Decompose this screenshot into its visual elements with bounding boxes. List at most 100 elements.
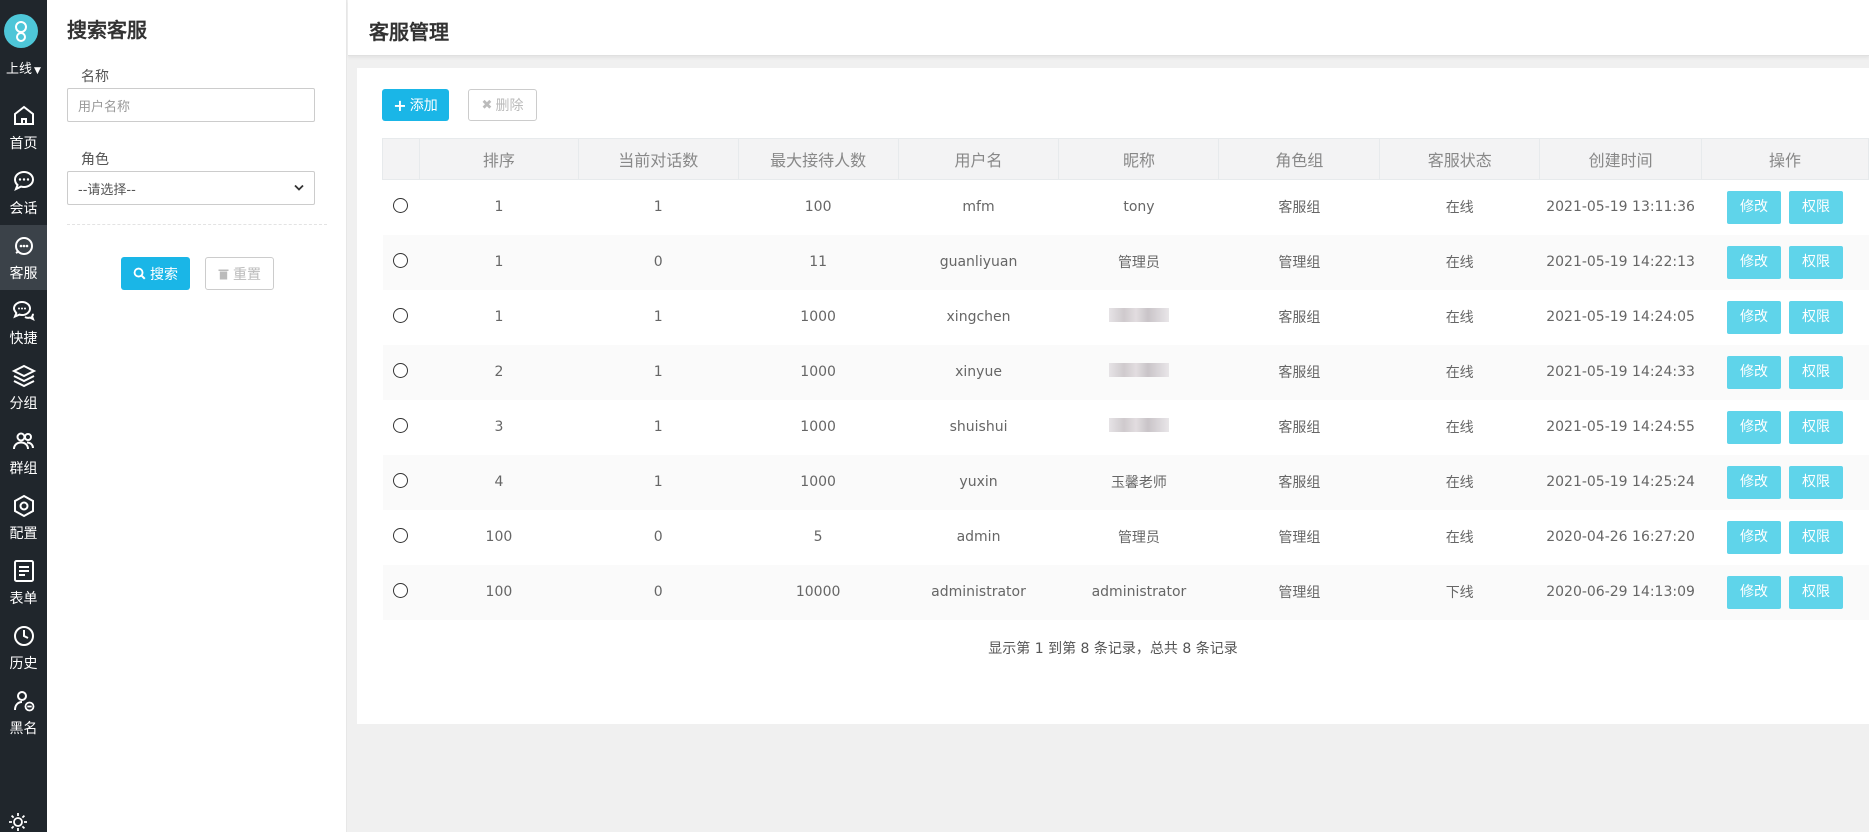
avatar[interactable] [4,14,38,48]
column-header[interactable]: 客服状态 [1379,138,1541,180]
column-header[interactable]: 操作 [1701,138,1869,180]
cell-role: 客服组 [1218,344,1380,400]
cell-nickname: tony [1123,199,1155,216]
settings-gear-icon[interactable] [8,812,28,832]
cell-username: administrator [898,564,1059,620]
nav-item-label: 表单 [9,590,38,607]
cell-max: 10000 [738,564,899,620]
divider [67,224,327,225]
row-radio[interactable] [393,307,409,323]
edit-button[interactable]: 修改 [1727,575,1781,609]
cell-created: 2020-06-29 14:13:09 [1539,564,1702,620]
form-icon [13,559,34,582]
cell-role: 管理组 [1278,530,1321,546]
permission-button[interactable]: 权限 [1789,575,1843,609]
column-header[interactable]: 当前对话数 [577,138,739,180]
row-radio[interactable] [393,252,409,268]
edit-button[interactable]: 修改 [1727,190,1781,224]
nav-item-label: 分组 [9,395,38,412]
cell-actions: 修改 权限 [1701,454,1869,510]
edit-button[interactable]: 修改 [1727,410,1781,444]
column-header[interactable]: 最大接待人数 [737,138,899,180]
name-label: 名称 [81,69,109,85]
blacklist-user-icon [13,690,34,711]
cell-current: 0 [578,564,739,620]
cell-status: 在线 [1379,454,1540,510]
name-input[interactable]: 用户名称 [67,88,315,122]
row-radio[interactable] [393,362,409,378]
edit-button[interactable]: 修改 [1727,245,1781,279]
nav-item-2[interactable]: 客服 [0,225,47,290]
cell-sort: 1 [494,199,504,216]
nav-item-label: 首页 [9,135,38,152]
permission-button[interactable]: 权限 [1789,465,1843,499]
column-header[interactable]: 用户名 [897,138,1060,180]
cell-sort: 1 [494,309,504,325]
nav-item-8[interactable]: 历史 [0,615,47,680]
search-button-label: 搜索 [150,266,178,283]
reset-button[interactable]: 重置 [205,257,274,290]
online-status-dropdown[interactable]: 上线 ▼ [0,58,47,77]
row-select-cell [382,454,420,510]
search-button[interactable]: 搜索 [121,257,190,290]
icon-sidebar: 上线 ▼ 首页会话客服快捷分组群组 配置表单历史黑名 [0,0,47,832]
edit-button[interactable]: 修改 [1727,355,1781,389]
row-radio[interactable] [393,582,409,598]
nav-item-9[interactable]: 黑名 [0,680,47,745]
column-header[interactable]: 角色组 [1218,138,1381,180]
add-button[interactable]: + 添加 [382,89,449,121]
column-header[interactable]: 昵称 [1058,138,1220,180]
cell-created: 2021-05-19 14:24:33 [1539,344,1702,400]
column-header[interactable]: 创建时间 [1539,138,1703,180]
permission-button[interactable]: 权限 [1789,410,1843,444]
edit-button[interactable]: 修改 [1727,465,1781,499]
role-select[interactable]: --请选择-- [67,171,315,205]
add-button-label: 添加 [409,98,438,114]
cell-username: yuxin [898,454,1059,510]
edit-button[interactable]: 修改 [1727,520,1781,554]
row-select-cell [382,234,420,290]
content-card: + 添加 ✖ 删除 排序 当前对话数 最大接待人数 用户名 昵称 角色组 客服状态 创建时间操… [357,68,1869,724]
row-radio[interactable] [393,527,409,543]
column-header[interactable]: 排序 [418,138,579,180]
nav-item-label: 客服 [9,265,38,282]
cell-status: 在线 [1445,420,1474,436]
cell-current: 1 [578,344,739,400]
row-radio[interactable] [393,197,409,213]
row-radio[interactable] [393,472,409,488]
nav-item-3[interactable]: 快捷 [0,290,47,355]
nav-item-7[interactable]: 表单 [0,550,47,615]
plus-icon: + [393,95,407,115]
cell-sort: 1 [419,234,579,290]
nav-item-4[interactable]: 分组 [0,355,47,420]
nav-item-6[interactable]: 配置 [0,485,47,550]
redacted-nickname [1108,418,1169,432]
permission-button[interactable]: 权限 [1789,520,1843,554]
cell-nickname: 玉馨老师 [1058,454,1219,510]
edit-button[interactable]: 修改 [1727,300,1781,334]
cell-username: admin [956,529,1001,545]
role-select-value: --请选择-- [78,182,136,198]
permission-button[interactable]: 权限 [1789,355,1843,389]
cell-actions: 修改 权限 [1701,344,1869,400]
cell-current: 0 [578,234,739,290]
permission-button[interactable]: 权限 [1789,190,1843,224]
nav-item-label: 历史 [9,655,38,672]
cell-sort: 100 [419,564,579,620]
main-nav: 首页会话客服快捷分组群组 配置表单历史黑名 [0,95,47,745]
nav-item-label: 快捷 [9,330,38,347]
permission-button[interactable]: 权限 [1789,245,1843,279]
permission-button[interactable]: 权限 [1789,300,1843,334]
row-radio[interactable] [393,417,409,433]
table-row: 1 1 1000 xingchen 客服组 在线 2021-05-19 14:24:05 修改… [383,290,1869,345]
nav-item-0[interactable]: 首页 [0,95,47,160]
cell-username: shuishui [949,419,1008,435]
clock-icon [13,625,34,646]
nav-item-1[interactable]: 会话 [0,160,47,225]
nav-item-5[interactable]: 群组 [0,420,47,485]
home-icon [13,105,34,125]
row-select-cell [383,290,420,345]
table-row: 4 1 1000 yuxin 玉馨老师 客服组 在线 2021-05-19 14:25:24 修… [382,454,1869,510]
cell-actions: 修改 权限 [1702,510,1869,565]
delete-button[interactable]: ✖ 删除 [468,89,537,121]
